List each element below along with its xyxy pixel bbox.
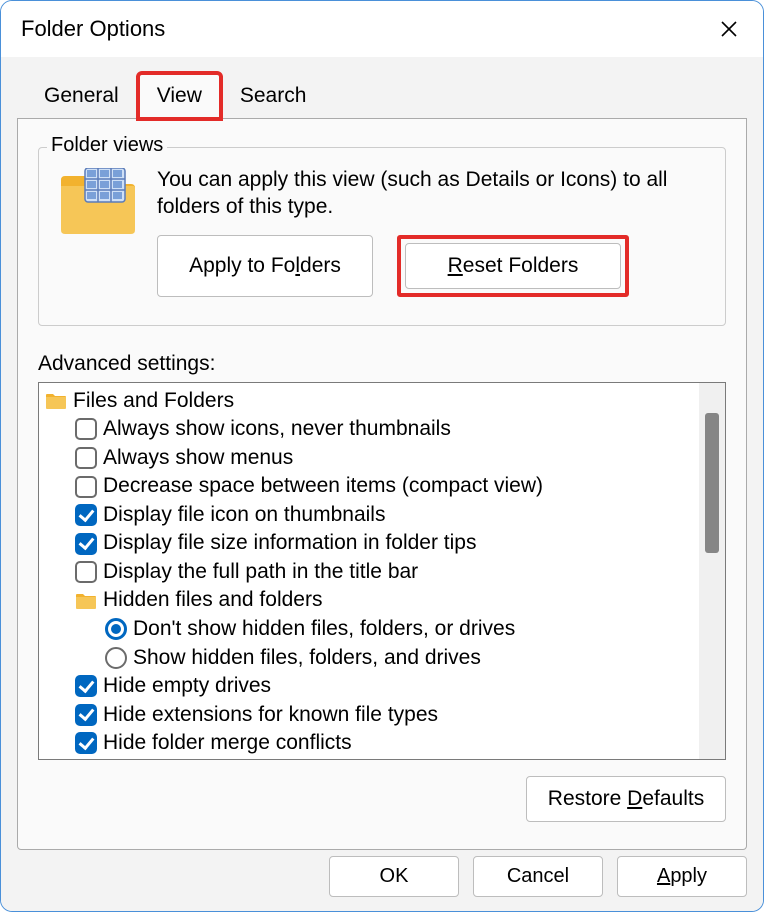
- dialog-footer-buttons: OK Cancel Apply: [329, 856, 747, 897]
- option-label: Show hidden files, folders, and drives: [133, 644, 481, 673]
- option-label: Hide empty drives: [103, 672, 271, 701]
- tree-scrollbar[interactable]: [699, 383, 725, 759]
- checkbox-icon: [75, 561, 97, 583]
- folder-options-window: Folder Options General View Search Folde…: [0, 0, 764, 912]
- tree-scroll-area: Files and Folders Always show icons, nev…: [39, 383, 699, 759]
- tab-search[interactable]: Search: [221, 73, 326, 119]
- folder-views-icon: [57, 168, 139, 236]
- close-button[interactable]: [715, 15, 743, 43]
- apply-button[interactable]: Apply: [617, 856, 747, 897]
- close-icon: [720, 20, 738, 38]
- option-dont-show-hidden[interactable]: Don't show hidden files, folders, or dri…: [45, 615, 699, 644]
- option-always-show-icons[interactable]: Always show icons, never thumbnails: [45, 415, 699, 444]
- advanced-settings-label: Advanced settings:: [38, 352, 726, 376]
- window-title: Folder Options: [21, 16, 165, 42]
- option-label: Hide folder merge conflicts: [103, 729, 352, 758]
- tree-group-label: Files and Folders: [73, 387, 234, 416]
- titlebar: Folder Options: [1, 1, 763, 57]
- option-show-hidden[interactable]: Show hidden files, folders, and drives: [45, 644, 699, 673]
- option-always-show-menus[interactable]: Always show menus: [45, 444, 699, 473]
- reset-folders-highlight: Reset Folders: [397, 235, 629, 297]
- tree-group-files-and-folders: Files and Folders: [45, 387, 699, 416]
- checkbox-icon: [75, 504, 97, 526]
- folder-views-legend: Folder views: [47, 134, 167, 157]
- folder-icon: [45, 392, 67, 410]
- tab-view[interactable]: View: [138, 73, 221, 119]
- option-label: Hide extensions for known file types: [103, 701, 438, 730]
- option-hide-merge-conflicts[interactable]: Hide folder merge conflicts: [45, 729, 699, 758]
- reset-folders-button[interactable]: Reset Folders: [405, 243, 621, 289]
- option-label: Decrease space between items (compact vi…: [103, 472, 543, 501]
- tabs: General View Search: [17, 73, 747, 119]
- option-hide-extensions[interactable]: Hide extensions for known file types: [45, 701, 699, 730]
- option-full-path-titlebar[interactable]: Display the full path in the title bar: [45, 558, 699, 587]
- folder-views-description: You can apply this view (such as Details…: [157, 166, 707, 221]
- tab-general[interactable]: General: [25, 73, 138, 119]
- advanced-settings-tree[interactable]: Files and Folders Always show icons, nev…: [38, 382, 726, 760]
- option-label: Display the full path in the title bar: [103, 558, 418, 587]
- checkbox-icon: [75, 732, 97, 754]
- checkbox-icon: [75, 675, 97, 697]
- checkbox-icon: [75, 533, 97, 555]
- option-compact-view[interactable]: Decrease space between items (compact vi…: [45, 472, 699, 501]
- checkbox-icon: [75, 418, 97, 440]
- folder-icon: [75, 592, 97, 610]
- tree-group-label: Hidden files and folders: [103, 586, 322, 615]
- option-label: Always show menus: [103, 444, 293, 473]
- option-icon-on-thumbnails[interactable]: Display file icon on thumbnails: [45, 501, 699, 530]
- folder-views-content: You can apply this view (such as Details…: [157, 166, 707, 297]
- restore-defaults-button[interactable]: Restore Defaults: [526, 776, 726, 822]
- option-label: Display file size information in folder …: [103, 529, 477, 558]
- option-label: Display file icon on thumbnails: [103, 501, 385, 530]
- dialog-body: General View Search Folder views: [1, 57, 763, 911]
- tab-panel-view: Folder views: [17, 118, 747, 850]
- checkbox-icon: [75, 704, 97, 726]
- checkbox-icon: [75, 447, 97, 469]
- scroll-thumb[interactable]: [705, 413, 719, 553]
- cancel-button[interactable]: Cancel: [473, 856, 603, 897]
- option-label: Always show icons, never thumbnails: [103, 415, 451, 444]
- option-label: Don't show hidden files, folders, or dri…: [133, 615, 515, 644]
- apply-to-folders-button[interactable]: Apply to Folders: [157, 235, 373, 297]
- option-size-in-tips[interactable]: Display file size information in folder …: [45, 529, 699, 558]
- tree-group-hidden-files: Hidden files and folders: [45, 586, 699, 615]
- option-hide-empty-drives[interactable]: Hide empty drives: [45, 672, 699, 701]
- folder-views-group: Folder views: [38, 147, 726, 326]
- radio-icon: [105, 647, 127, 669]
- checkbox-icon: [75, 476, 97, 498]
- ok-button[interactable]: OK: [329, 856, 459, 897]
- radio-icon: [105, 618, 127, 640]
